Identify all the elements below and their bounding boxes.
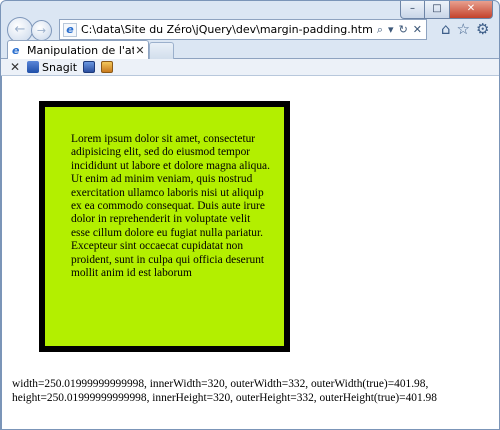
green-box: Lorem ipsum dolor sit amet, consectetur … (39, 101, 290, 352)
dimensions-output: width=250.01999999999998, innerWidth=320… (12, 377, 437, 405)
tab-title: Manipulation de l'attribut c... (27, 44, 134, 57)
snagit-icon (27, 61, 39, 73)
forward-button[interactable]: → (31, 20, 52, 41)
snagit-label: Snagit (42, 60, 78, 74)
page-content: Lorem ipsum dolor sit amet, consectetur … (1, 76, 499, 429)
browser-command-icons: ⌂ ☆ ⚙ (441, 20, 489, 38)
new-tab-button[interactable] (149, 42, 174, 59)
browser-window: – □ ✕ ← → e C:\data\Site du Zéro\jQuery\… (0, 0, 500, 430)
stop-icon[interactable]: ✕ (413, 23, 422, 37)
command-toolbar: ✕ Snagit (1, 59, 499, 76)
camera-icon[interactable] (101, 61, 114, 73)
ie-page-icon: e (63, 22, 77, 37)
capture-window-icon[interactable] (83, 61, 96, 73)
refresh-icon[interactable]: ↻ (399, 23, 408, 37)
home-icon[interactable]: ⌂ (441, 20, 451, 38)
tools-icon[interactable]: ⚙ (476, 20, 489, 38)
toolbar-close-icon[interactable]: ✕ (9, 60, 21, 74)
height-line: height=250.01999999999998, innerHeight=3… (12, 392, 437, 404)
ie-page-icon: e (12, 43, 20, 57)
address-text[interactable]: C:\data\Site du Zéro\jQuery\dev\margin-p… (81, 23, 377, 36)
lorem-text: Lorem ipsum dolor sit amet, consectetur … (71, 133, 270, 280)
tab-active[interactable]: e Manipulation de l'attribut c... ✕ (7, 40, 149, 60)
address-icons: ⌕ ▾ ↻ ✕ (377, 23, 426, 37)
width-line: width=250.01999999999998, innerWidth=320… (12, 378, 429, 390)
tab-close-icon[interactable]: ✕ (134, 44, 146, 57)
dropdown-icon[interactable]: ▾ (388, 23, 394, 37)
address-bar[interactable]: e C:\data\Site du Zéro\jQuery\dev\margin… (59, 19, 427, 40)
snagit-button[interactable]: Snagit (27, 61, 77, 74)
favorites-icon[interactable]: ☆ (457, 20, 470, 38)
search-icon[interactable]: ⌕ (377, 23, 383, 37)
tab-strip: e Manipulation de l'attribut c... ✕ (1, 39, 499, 60)
